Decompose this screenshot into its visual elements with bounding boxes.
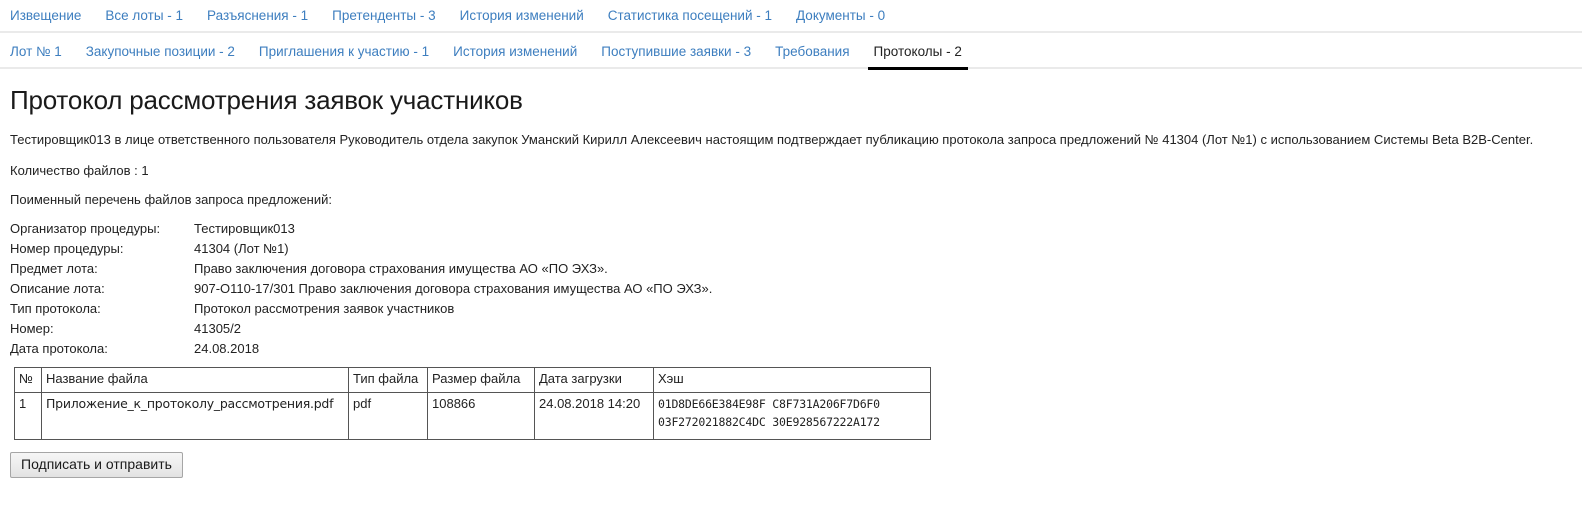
column-header-file-size: Размер файла <box>427 367 535 393</box>
column-header-number: № <box>14 367 42 393</box>
cell-file-size: 108866 <box>427 392 535 440</box>
tab-zakupochnye-pozicii[interactable]: Закупочные позиции - 2 <box>86 36 235 67</box>
tab-priglasheniya-k-uchastiyu[interactable]: Приглашения к участию - 1 <box>259 36 429 67</box>
field-row-lot-subject: Предмет лота: Право заключения договора … <box>10 261 712 281</box>
tab-trebovaniya[interactable]: Требования <box>775 36 849 67</box>
field-label-protocol-date: Дата протокола: <box>10 341 108 356</box>
tab-lot-1[interactable]: Лот № 1 <box>10 36 62 67</box>
field-value-procedure-number: 41304 (Лот №1) <box>194 241 289 256</box>
field-label-procedure-number: Номер процедуры: <box>10 241 124 256</box>
files-list-heading: Поименный перечень файлов запроса предло… <box>10 192 332 207</box>
tab-postupivshie-zayavki[interactable]: Поступившие заявки - 3 <box>601 36 751 67</box>
secondary-navigation: Лот № 1 Закупочные позиции - 2 Приглашения… <box>0 36 1582 70</box>
column-header-file-type: Тип файла <box>348 367 428 393</box>
nav-item-vse-loty[interactable]: Все лоты - 1 <box>105 0 183 31</box>
page-title: Протокол рассмотрения заявок участников <box>10 85 523 115</box>
field-label-lot-description: Описание лота: <box>10 281 105 296</box>
cell-file-hash: 01D8DE66E384E98F C8F731A206F7D6F0 03F272… <box>653 392 931 440</box>
column-header-upload-date: Дата загрузки <box>534 367 654 393</box>
files-count-line: Количество файлов : 1 <box>10 163 149 178</box>
nav-item-razyasneniya[interactable]: Разъяснения - 1 <box>207 0 308 31</box>
protocol-content: Протокол рассмотрения заявок участников … <box>0 85 1582 440</box>
cell-upload-date: 24.08.2018 14:20 <box>534 392 654 440</box>
field-value-lot-description: 907-О110-17/301 Право заключения договор… <box>194 281 713 296</box>
cell-row-number: 1 <box>14 392 42 440</box>
actions-row: Подписать и отправить <box>10 452 1582 478</box>
field-row-lot-description: Описание лота: 907-О110-17/301 Право зак… <box>10 281 712 301</box>
nav-item-istoriya-izmeneniy[interactable]: История изменений <box>460 0 584 31</box>
field-row-organizer: Организатор процедуры: Тестировщик013 <box>10 221 712 241</box>
column-header-file-name: Название файла <box>41 367 349 393</box>
field-row-procedure-number: Номер процедуры: 41304 (Лот №1) <box>10 241 712 261</box>
field-label-protocol-type: Тип протокола: <box>10 301 101 316</box>
cell-file-type: pdf <box>348 392 428 440</box>
field-value-protocol-number: 41305/2 <box>194 321 241 336</box>
field-value-organizer: Тестировщик013 <box>194 221 295 236</box>
field-label-protocol-number: Номер: <box>10 321 54 336</box>
field-value-protocol-date: 24.08.2018 <box>194 341 260 356</box>
nav-item-statistika-poseshcheniy[interactable]: Статистика посещений - 1 <box>608 0 772 31</box>
nav-item-dokumenty[interactable]: Документы - 0 <box>796 0 885 31</box>
primary-navigation: Извещение Все лоты - 1 Разъяснения - 1 Прет… <box>0 0 1582 33</box>
nav-item-izveschenie[interactable]: Извещение <box>10 0 81 31</box>
column-header-hash: Хэш <box>653 367 931 393</box>
tab-istoriya-izmeneniy[interactable]: История изменений <box>453 36 577 67</box>
files-table-header-row: № Название файла Тип файла Размер файла … <box>14 367 931 393</box>
field-value-protocol-type: Протокол рассмотрения заявок участников <box>194 301 455 316</box>
field-label-lot-subject: Предмет лота: <box>10 261 98 276</box>
protocol-intro-paragraph: Тестировщик013 в лице ответственного пол… <box>10 132 1534 147</box>
field-value-lot-subject: Право заключения договора страхования им… <box>194 261 608 276</box>
tab-protokoly[interactable]: Протоколы - 2 <box>867 36 969 70</box>
cell-file-name: Приложение_к_протоколу_рассмотрения.pdf <box>41 392 349 440</box>
field-row-protocol-number: Номер: 41305/2 <box>10 321 712 341</box>
protocol-details-table: Организатор процедуры: Тестировщик013 Но… <box>10 221 712 361</box>
files-table: № Название файла Тип файла Размер файла … <box>14 367 931 440</box>
field-row-protocol-date: Дата протокола: 24.08.2018 <box>10 341 712 361</box>
nav-item-pretendenty[interactable]: Претенденты - 3 <box>332 0 436 31</box>
table-row: 1 Приложение_к_протоколу_рассмотрения.pd… <box>14 392 931 440</box>
field-label-organizer: Организатор процедуры: <box>10 221 161 236</box>
field-row-protocol-type: Тип протокола: Протокол рассмотрения зая… <box>10 301 712 321</box>
sign-and-send-button[interactable]: Подписать и отправить <box>10 452 183 478</box>
